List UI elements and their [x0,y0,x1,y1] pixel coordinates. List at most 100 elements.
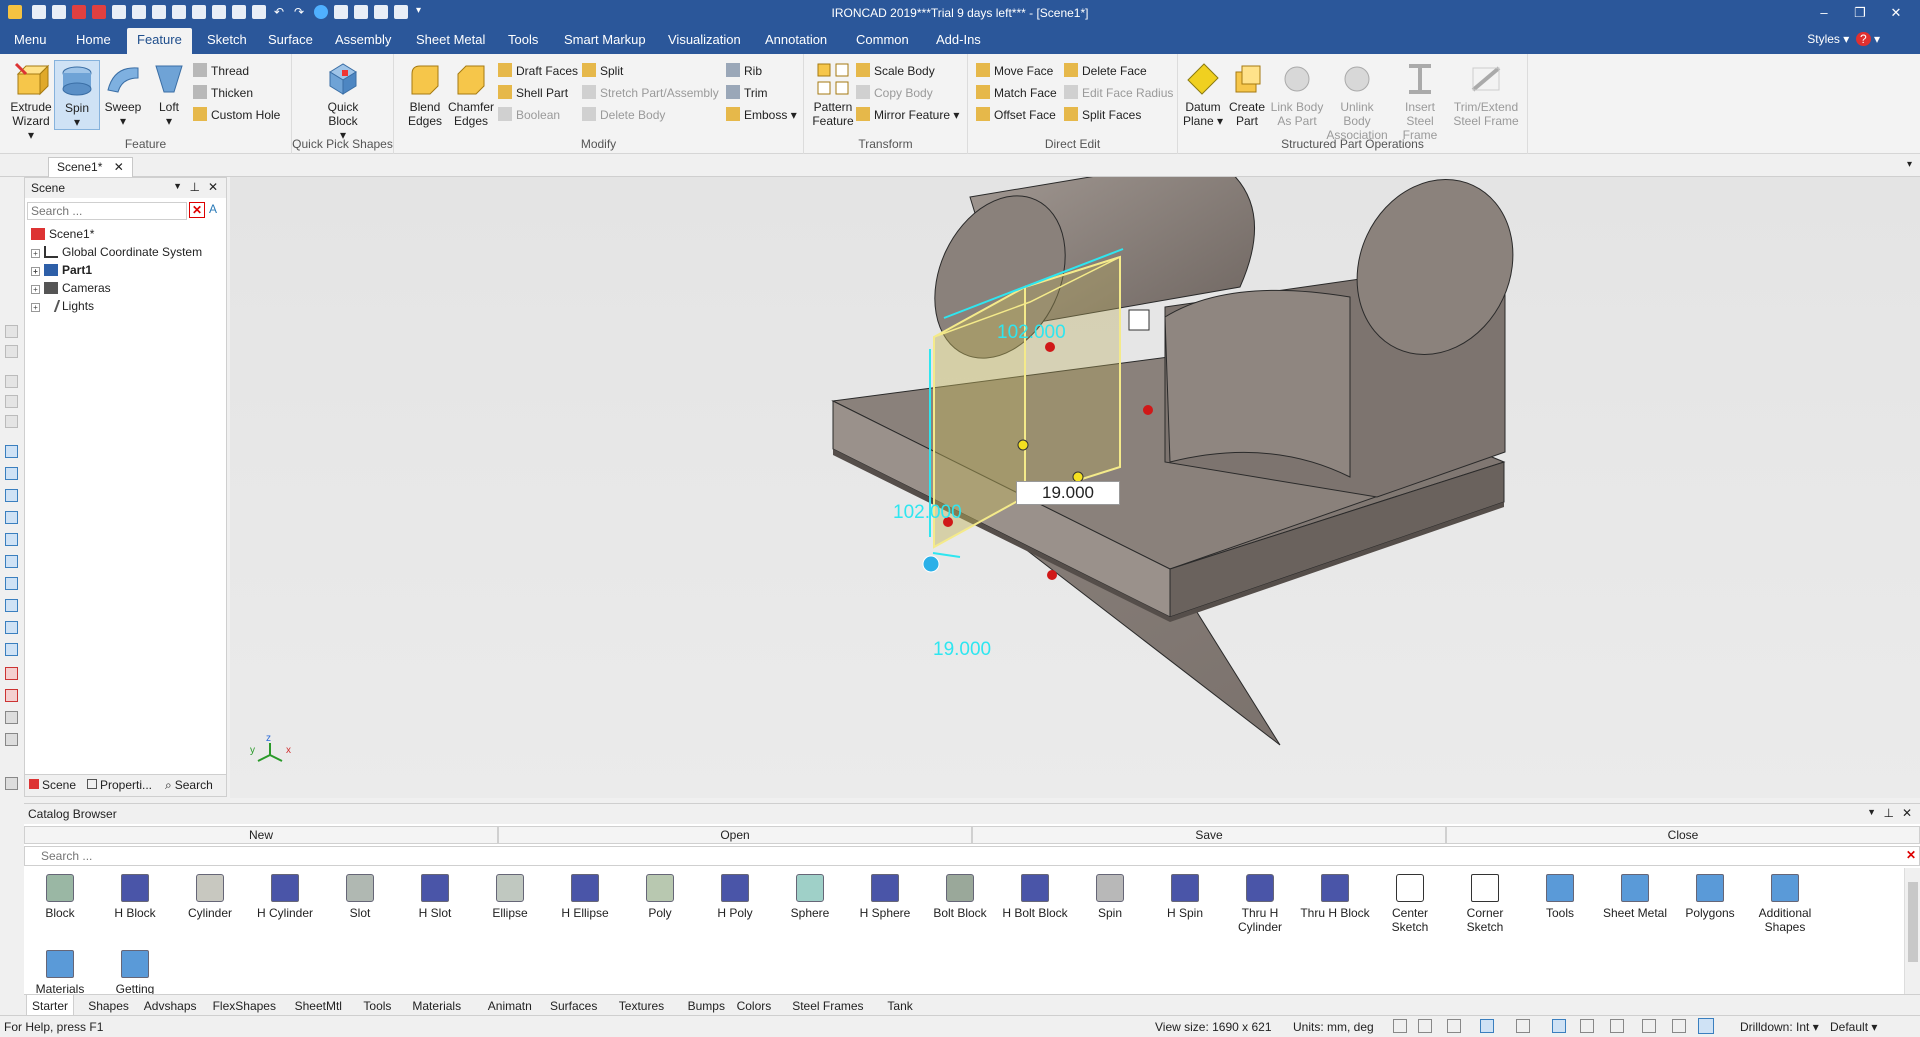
chamfer-edges-button[interactable]: Chamfer Edges [448,60,494,128]
toolbar-tool-3-icon[interactable] [5,375,18,388]
draft-faces-button[interactable]: Draft Faces [498,62,578,80]
catalog-tab-tools[interactable]: Tools [363,999,391,1013]
catalog-tab-bumps[interactable]: Bumps [688,999,725,1013]
close-button[interactable]: ✕ [1880,2,1912,24]
extrude-wizard-button[interactable]: Extrude Wizard ▾ [8,60,54,142]
catalog-scrollbar[interactable] [1904,868,1920,994]
catalog-item-bolt-block[interactable]: Bolt Block [924,874,996,920]
tab-smart-markup[interactable]: Smart Markup [564,32,646,47]
scale-body-button[interactable]: Scale Body [856,62,935,80]
view-back-icon[interactable] [5,467,18,480]
display-icon[interactable] [1610,1019,1624,1033]
panel-close-icon[interactable]: ✕ [208,180,218,194]
catalog-item-poly[interactable]: Poly [624,874,696,920]
datum-plane-button[interactable]: Datum Plane ▾ [1180,60,1226,128]
toolbar-tool-2-icon[interactable] [5,345,18,358]
tab-menu[interactable]: Menu [14,32,47,47]
match-face-button[interactable]: Match Face [976,84,1057,102]
thread-button[interactable]: Thread [193,62,249,80]
tab-scene[interactable]: Scene [29,778,76,792]
view-iso-icon[interactable] [5,577,18,590]
catalog-item-spin[interactable]: Spin [1074,874,1146,920]
catalog-tab-materials[interactable]: Materials [412,999,461,1013]
catalog-tab-animatn[interactable]: Animatn [488,999,532,1013]
tree-item-coordinate-system[interactable]: + Global Coordinate System [31,245,202,259]
grid-toggle-icon[interactable] [1552,1019,1566,1033]
section-icon[interactable] [5,689,18,702]
catalog-tab-advshaps[interactable]: Advshaps [144,999,197,1013]
catalog-item-tools[interactable]: Tools [1524,874,1596,920]
catalog-item-h-block[interactable]: H Block [99,874,171,920]
dimension-value-input[interactable]: 19.000 [1016,481,1120,505]
catalog-tab-surfaces[interactable]: Surfaces [550,999,597,1013]
catalog-item-corner-sketch[interactable]: Corner Sketch [1449,874,1521,934]
toolbar-tool-4-icon[interactable] [5,395,18,408]
3d-viewport[interactable]: 102.000 102.000 19.000 z y x 19.000 [230,156,1920,798]
pencil-icon[interactable] [5,711,18,724]
render-mode-icon[interactable] [1447,1019,1461,1033]
tab-sheet-metal[interactable]: Sheet Metal [416,32,485,47]
tab-assembly[interactable]: Assembly [335,32,391,47]
view-normal-icon[interactable] [5,643,18,656]
catalog-item-h-bolt-block[interactable]: H Bolt Block [999,874,1071,920]
ruler-icon[interactable] [5,777,18,790]
search-options-icon[interactable]: A [209,202,217,216]
catalog-item-center-sketch[interactable]: Center Sketch [1374,874,1446,934]
pin-icon[interactable]: ⊥ [190,180,200,194]
measure-icon[interactable] [5,667,18,680]
help-icon[interactable]: ? [1855,32,1871,46]
move-face-button[interactable]: Move Face [976,62,1053,80]
catalog-item-sphere[interactable]: Sphere [774,874,846,920]
catalog-item-getting[interactable]: Getting [99,950,171,996]
view-bottom-icon[interactable] [5,555,18,568]
catalog-item-additional-shapes[interactable]: Additional Shapes [1749,874,1821,934]
view-trimetric-icon[interactable] [5,621,18,634]
clock-icon[interactable] [5,733,18,746]
catalog-item-materials[interactable]: Materials [24,950,96,996]
quick-block-button[interactable]: Quick Block ▾ [320,60,366,142]
split-faces-button[interactable]: Split Faces [1064,106,1141,124]
catalog-item-polygons[interactable]: Polygons [1674,874,1746,920]
view-right-icon[interactable] [5,511,18,524]
catalog-tab-sheetmtl[interactable]: SheetMtl [295,999,342,1013]
copy-body-button[interactable]: Copy Body [856,84,933,102]
tree-item-lights[interactable]: + Lights [31,299,94,313]
split-button[interactable]: Split [582,62,623,80]
tab-search[interactable]: ⌕ Search [165,778,213,793]
custom-hole-button[interactable]: Custom Hole [193,106,280,124]
tab-list-arrow-icon[interactable]: ▾ [1907,159,1912,170]
restore-button[interactable]: ❐ [1844,2,1876,24]
catalog-item-block[interactable]: Block [24,874,96,920]
tree-item-scene[interactable]: Scene1* [31,227,94,241]
drilldown-select[interactable]: Drilldown: Int ▾ [1740,1020,1819,1034]
styles-menu[interactable]: Styles ▾ ? ▾ [1807,32,1880,46]
tree-item-cameras[interactable]: + Cameras [31,281,111,295]
expand-icon[interactable]: + [31,285,40,294]
tri-ball-icon[interactable] [1128,309,1150,331]
catalog-clear-search-icon[interactable]: ✕ [1906,848,1916,862]
catalog-item-ellipse[interactable]: Ellipse [474,874,546,920]
catalog-tab-colors[interactable]: Colors [737,999,772,1013]
spin-button[interactable]: Spin ▾ [54,60,100,130]
tab-annotation[interactable]: Annotation [765,32,827,47]
catalog-item-h-cylinder[interactable]: H Cylinder [249,874,321,920]
saddle-cutout[interactable] [1164,289,1351,478]
handle-yellow-a[interactable] [1017,439,1029,451]
catalog-item-h-sphere[interactable]: H Sphere [849,874,921,920]
catalog-item-h-spin[interactable]: H Spin [1149,874,1221,920]
shell-part-button[interactable]: Shell Part [498,84,568,102]
catalog-new-button[interactable]: New [24,826,498,844]
view-left-icon[interactable] [5,489,18,502]
shading-icon[interactable] [1480,1019,1494,1033]
zoom-icon[interactable] [1393,1019,1407,1033]
insert-steel-frame-button[interactable]: Insert Steel Frame [1392,60,1448,142]
dimension-label-bottom[interactable]: 19.000 [933,639,991,660]
panel-dropdown-icon[interactable]: ▼ [173,181,182,191]
light-mode-icon[interactable] [1580,1019,1594,1033]
catalog-item-slot[interactable]: Slot [324,874,396,920]
emboss-button[interactable]: Emboss ▾ [726,106,797,124]
delete-body-button[interactable]: Delete Body [582,106,665,124]
catalog-tab-starter[interactable]: Starter [26,995,75,1017]
scene-search-input[interactable] [27,202,187,220]
expand-icon[interactable]: + [31,303,40,312]
